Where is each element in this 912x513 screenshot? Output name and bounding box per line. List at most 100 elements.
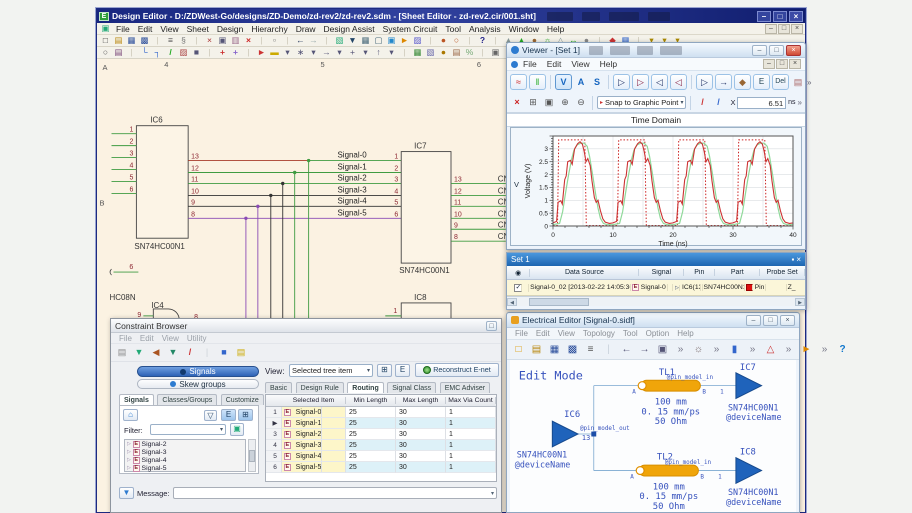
toolbar-separator[interactable]: | xyxy=(190,35,203,46)
menu-item[interactable]: Help xyxy=(543,24,568,34)
toolbar-separator[interactable]: | xyxy=(203,47,216,58)
mdi-restore-icon[interactable]: □ xyxy=(778,24,790,34)
menu-item[interactable]: View xyxy=(156,24,182,34)
probe-voltage-icon[interactable]: ▷ xyxy=(613,74,630,90)
col-signal[interactable]: Signal xyxy=(639,269,684,276)
title-bar[interactable]: Constraint Browser □ xyxy=(111,319,501,333)
tab-classes-groups[interactable]: Classes/Groups xyxy=(157,394,217,405)
dropdown-icon[interactable]: ▾ xyxy=(359,47,372,58)
waveform-icon[interactable]: ≈ xyxy=(510,74,527,90)
col-pin[interactable]: Pin xyxy=(684,269,715,276)
tree-item[interactable]: ▷ E Signal-2 xyxy=(125,440,245,448)
constraint-row[interactable]: ▶ ESignal-1 25 30 1 xyxy=(266,418,496,429)
waveform-icon[interactable]: △ xyxy=(763,343,778,357)
net-hatch-icon[interactable]: ▨ xyxy=(177,47,190,58)
skew-groups-button[interactable]: Skew groups xyxy=(137,379,259,389)
col-part[interactable]: Part xyxy=(715,269,760,276)
constraint-row[interactable]: 5 ESignal-4 25 30 1 xyxy=(266,451,496,462)
message-combobox[interactable]: ▾ xyxy=(173,487,497,499)
generate-icon[interactable]: ● xyxy=(437,47,450,58)
reconstruct-enet-button[interactable]: Reconstruct E-net xyxy=(415,363,499,377)
sheet-icon[interactable]: ▧ xyxy=(333,35,346,46)
enet-button[interactable]: E xyxy=(753,74,770,90)
cut-icon[interactable]: × xyxy=(203,35,216,46)
current-mode-button[interactable]: A xyxy=(574,76,588,89)
maximize-icon[interactable]: □ xyxy=(486,321,497,331)
browse-icon[interactable]: ▣ xyxy=(230,423,244,436)
scroll-left-icon[interactable]: ◀ xyxy=(507,298,517,306)
menu-item[interactable]: Design Assist xyxy=(320,24,379,34)
title-bar[interactable]: E Design Editor - D:/ZDWest-Go/designs/Z… xyxy=(97,9,805,23)
measure-red-icon[interactable]: / xyxy=(695,96,709,109)
flag-icon[interactable]: ► xyxy=(799,343,814,357)
document-icon[interactable]: ▨ xyxy=(411,35,424,46)
toolbar-separator[interactable]: | xyxy=(489,35,502,46)
constraint-row[interactable]: 6 ESignal-5 25 30 1 xyxy=(266,462,496,473)
ic7-buffer-symbol[interactable] xyxy=(736,373,762,399)
tl2-transmission-line[interactable] xyxy=(639,465,698,476)
overflow-chevron-icon[interactable]: » xyxy=(817,343,832,357)
run-icon[interactable]: ▷ xyxy=(696,74,713,90)
signal-down-icon[interactable]: ▼ xyxy=(132,346,146,359)
enet-view-icon[interactable]: E xyxy=(221,409,236,421)
col-max-via-count[interactable]: Max Via Count xyxy=(446,397,496,404)
menu-item[interactable]: Tool xyxy=(619,329,642,338)
col-data-source[interactable]: Data Source xyxy=(530,269,639,276)
dir-up-icon[interactable]: ↑ xyxy=(372,47,385,58)
prop-grid-icon[interactable]: ▣ xyxy=(489,47,502,58)
bus-icon[interactable]: ▬ xyxy=(268,47,281,58)
save-icon[interactable]: ▦ xyxy=(125,35,138,46)
dropdown-icon[interactable]: ▾ xyxy=(281,47,294,58)
tab-emc-adviser[interactable]: EMC Adviser xyxy=(440,382,490,393)
tree-item[interactable]: ▷ E Signal-3 xyxy=(125,448,245,456)
dropdown-icon[interactable]: ▾ xyxy=(307,47,320,58)
menu-item[interactable]: Utility xyxy=(183,334,211,343)
horizontal-scrollbar[interactable]: ◀ ▶ xyxy=(507,296,805,306)
history-icon[interactable]: ▣ xyxy=(655,343,670,357)
help-icon[interactable]: ? xyxy=(476,35,489,46)
tl2-node-a[interactable] xyxy=(636,467,644,475)
tab-routing[interactable]: Routing xyxy=(347,382,383,393)
minimize-icon[interactable]: – xyxy=(746,315,761,326)
signals-mode-button[interactable]: Signals xyxy=(137,366,259,377)
open-file-icon[interactable]: ▤ xyxy=(529,343,544,357)
dir-right-icon[interactable]: → xyxy=(320,47,333,58)
menu-item[interactable]: Edit xyxy=(532,329,554,338)
mdi-close-icon[interactable]: × xyxy=(789,59,801,69)
cross-blue-icon[interactable]: + xyxy=(229,47,242,58)
menu-item[interactable]: Edit xyxy=(542,59,567,69)
paste-icon[interactable]: ▥ xyxy=(229,35,242,46)
group-icon[interactable]: ▤ xyxy=(234,346,248,359)
redo-icon[interactable]: → xyxy=(307,35,320,46)
signals-tree[interactable]: ▷ E Signal-2 ▷ E Signal-3 ▷ E Signal-4 ▷… xyxy=(124,439,246,472)
toolbar-separator[interactable]: | xyxy=(398,47,411,58)
close-icon[interactable]: × xyxy=(796,255,801,264)
menu-item[interactable]: Window xyxy=(505,24,543,34)
menu-item[interactable]: System Circuit xyxy=(379,24,442,34)
marker-icon[interactable]: ◆ xyxy=(734,74,751,90)
close-icon[interactable]: × xyxy=(786,45,801,56)
maximize-icon[interactable]: □ xyxy=(773,11,787,22)
waveform-plot-panel[interactable]: V 01020304000.511.522.53Time (ns)Voltage… xyxy=(510,127,802,246)
tree-expand-icon[interactable]: ▷ xyxy=(127,441,131,447)
tree-expand-icon[interactable]: ▷ xyxy=(127,457,131,463)
maximize-icon[interactable]: □ xyxy=(769,45,784,56)
toolbar-separator[interactable]: | xyxy=(125,47,138,58)
check-rules-icon[interactable]: ▼ xyxy=(166,346,180,359)
stack-icon[interactable]: ▤ xyxy=(112,47,125,58)
ic6-body[interactable] xyxy=(136,126,188,239)
copy-icon[interactable]: ▣ xyxy=(216,35,229,46)
home-icon[interactable]: ⌂ xyxy=(123,409,138,421)
new-file-icon[interactable]: □ xyxy=(99,35,112,46)
mdi-restore-icon[interactable]: □ xyxy=(776,59,788,69)
constraint-row[interactable]: 3 ESignal-2 25 30 1 xyxy=(266,429,496,440)
mdi-minimize-icon[interactable]: – xyxy=(765,24,777,34)
frame-view-icon[interactable]: ▢ xyxy=(372,35,385,46)
measure-blue-icon[interactable]: / xyxy=(711,96,725,109)
tab-customize[interactable]: Customize xyxy=(221,394,264,405)
tree-expand-icon[interactable]: ▷ xyxy=(127,465,131,471)
menu-item[interactable]: Help xyxy=(673,329,697,338)
menu-item[interactable]: Design xyxy=(213,24,247,34)
overflow-chevron-icon[interactable]: » xyxy=(673,343,688,357)
data-source-row[interactable]: ✓ Signal-0_02 [2013-02-22 14:05:30] ESig… xyxy=(507,280,805,296)
